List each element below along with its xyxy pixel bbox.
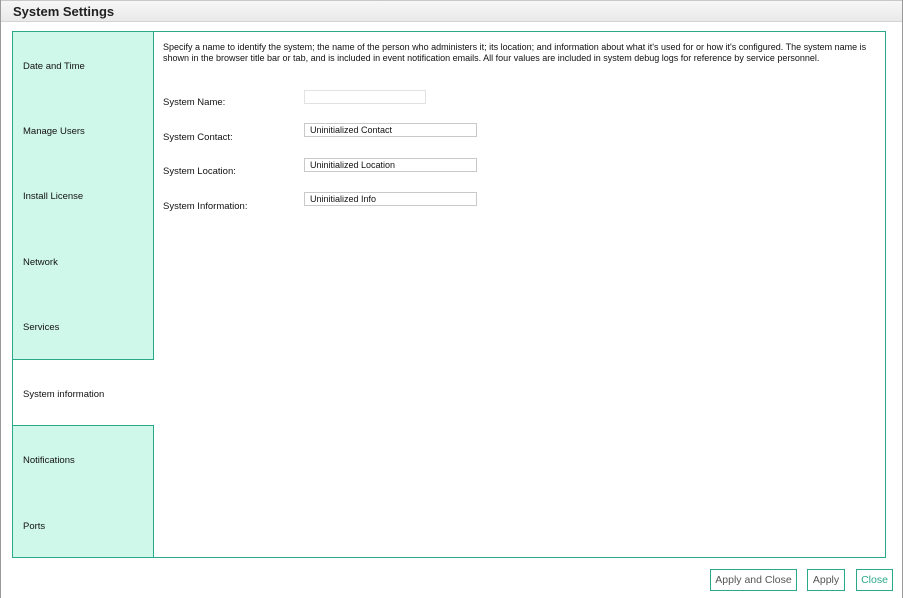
apply-and-close-button[interactable]: Apply and Close — [710, 569, 797, 591]
tab-date-and-time[interactable]: Date and Time — [13, 32, 154, 98]
system-location-label: System Location: — [163, 166, 236, 177]
tab-network[interactable]: Network — [13, 228, 154, 294]
window-title: System Settings — [13, 4, 115, 19]
tab-label: Network — [23, 257, 58, 268]
system-contact-label: System Contact: — [163, 132, 233, 143]
tab-label: Date and Time — [23, 61, 85, 72]
tab-install-license[interactable]: Install License — [13, 163, 154, 228]
system-information-label: System Information: — [163, 201, 248, 212]
system-location-input[interactable] — [304, 158, 477, 172]
system-name-input[interactable] — [304, 90, 426, 104]
tab-label: Manage Users — [23, 126, 85, 137]
tab-ports[interactable]: Ports — [13, 492, 154, 557]
settings-panel: Date and Time Manage Users Install Licen… — [12, 31, 886, 558]
tab-label: Notifications — [23, 455, 75, 466]
close-button[interactable]: Close — [856, 569, 893, 591]
tab-system-information[interactable]: System information — [13, 359, 154, 426]
tab-label: Install License — [23, 191, 84, 202]
tab-services[interactable]: Services — [13, 294, 154, 360]
tab-label: Services — [23, 322, 60, 333]
tab-label: Ports — [23, 521, 46, 532]
system-contact-input[interactable] — [304, 123, 477, 137]
tab-label: System information — [23, 389, 105, 400]
system-information-content: Specify a name to identify the system; t… — [154, 32, 885, 557]
settings-sidebar: Date and Time Manage Users Install Licen… — [13, 32, 154, 557]
apply-button[interactable]: Apply — [807, 569, 845, 591]
tab-notifications[interactable]: Notifications — [13, 426, 154, 492]
system-information-input[interactable] — [304, 192, 477, 206]
description-text: Specify a name to identify the system; t… — [163, 42, 867, 63]
tab-manage-users[interactable]: Manage Users — [13, 98, 154, 163]
system-name-label: System Name: — [163, 97, 226, 108]
title-bar: System Settings — [1, 0, 902, 22]
